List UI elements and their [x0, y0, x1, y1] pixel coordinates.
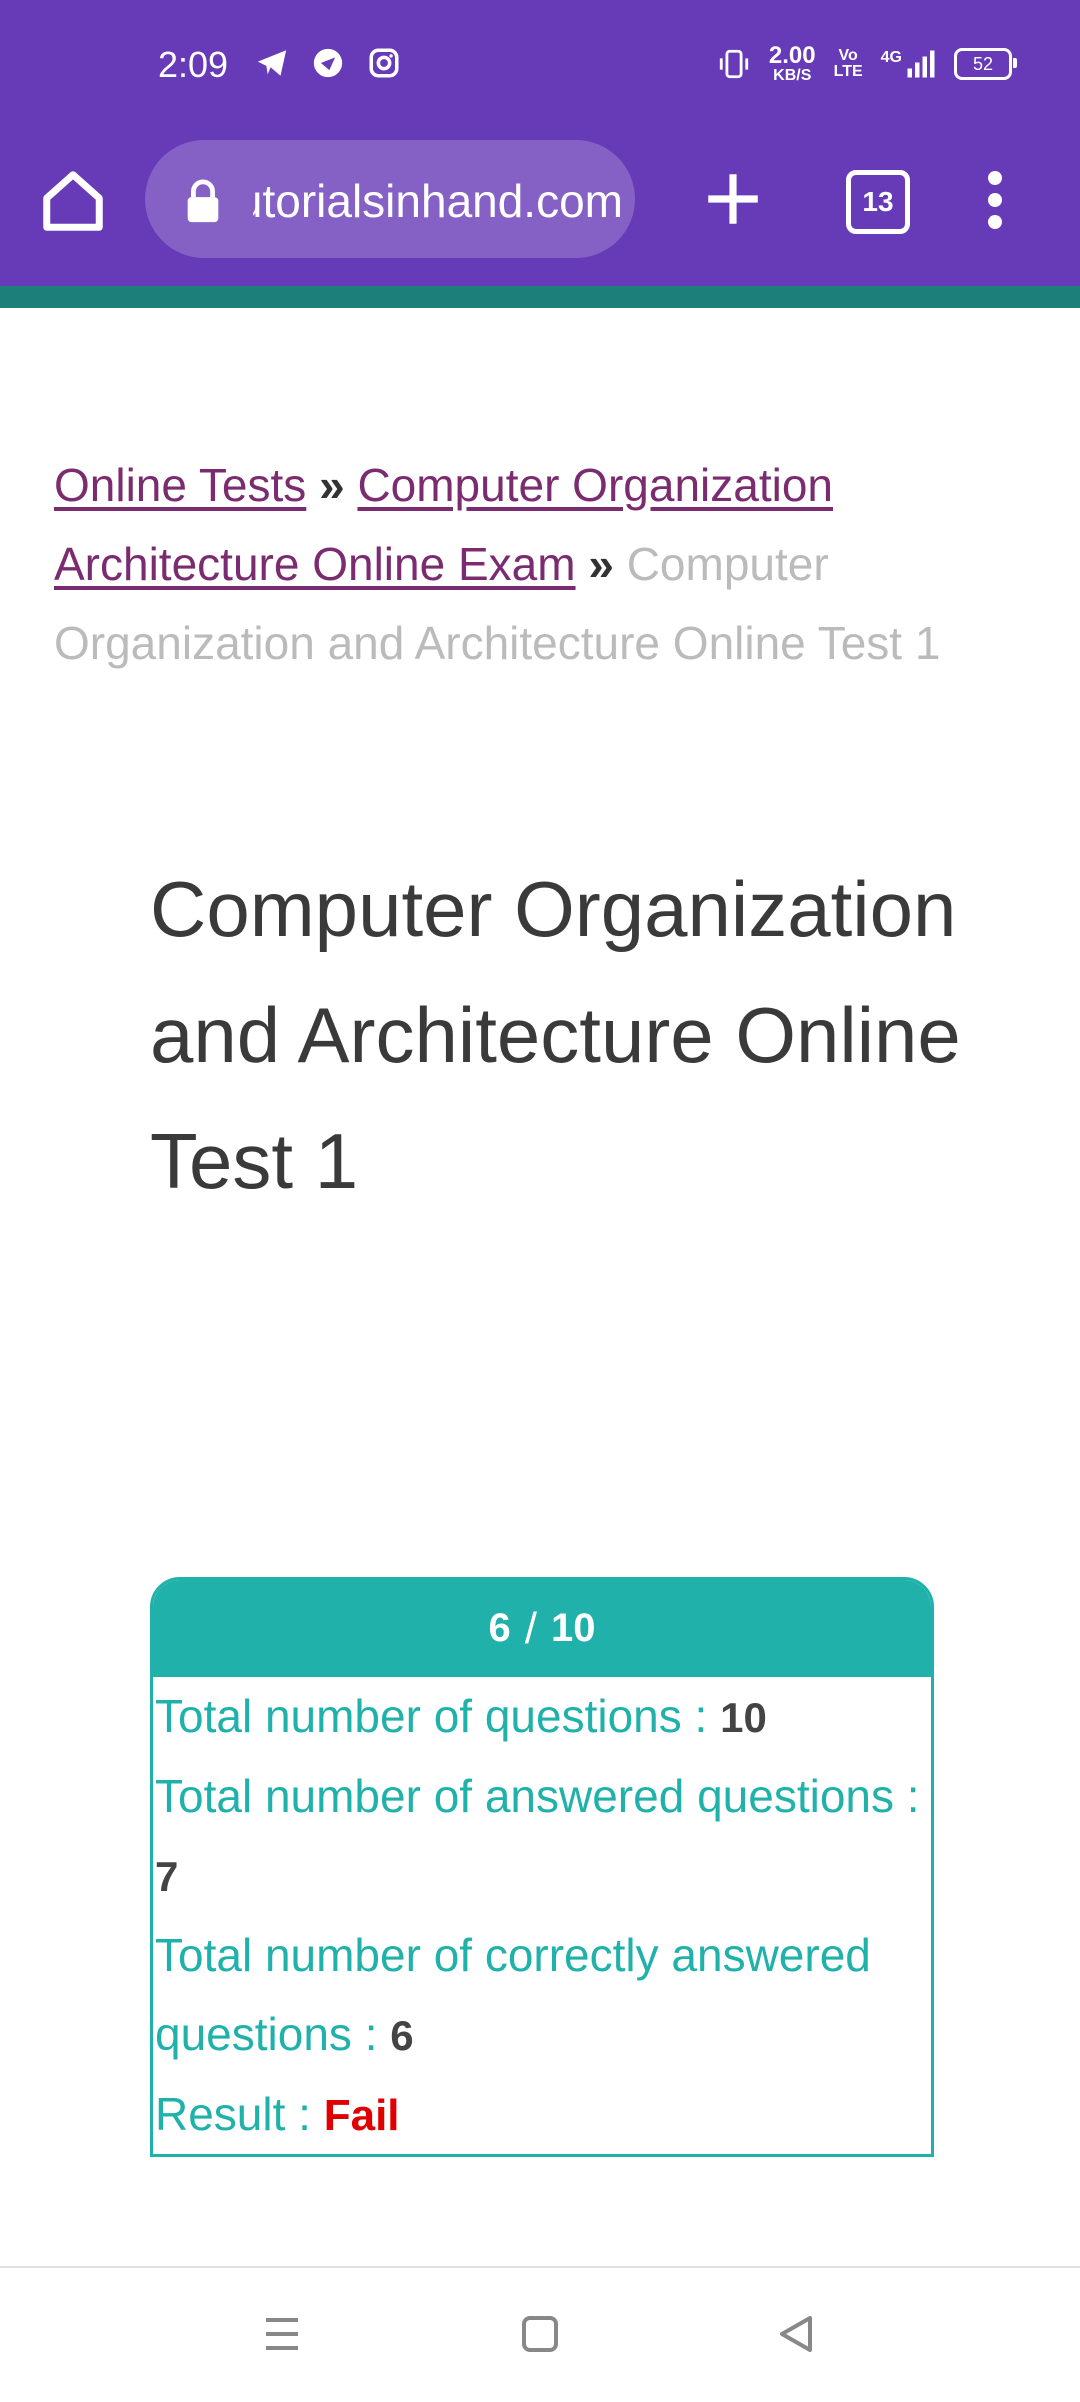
- new-tab-icon[interactable]: [700, 166, 766, 232]
- status-bar: 2:09 2.00 KB/S Vo LTE 4G 52: [0, 0, 1080, 136]
- toolbar-accent-line: [0, 286, 1080, 308]
- telegram-icon: [257, 50, 287, 76]
- speed-value: 2.00: [768, 42, 816, 69]
- result-details: Total number of questions : 10 Total num…: [153, 1677, 931, 2154]
- total-questions-row: Total number of questions : 10: [155, 1677, 931, 1757]
- battery-indicator: 52: [954, 48, 1017, 80]
- breadcrumb-separator: »: [588, 538, 614, 590]
- answered-questions-row: Total number of answered questions : 7: [155, 1757, 931, 1916]
- vibrate-icon: [719, 49, 749, 79]
- score-value: 6: [488, 1606, 511, 1650]
- breadcrumb: Online Tests » Computer Organization Arc…: [54, 446, 1034, 683]
- address-bar[interactable]: tutorialsinhand.com: [145, 140, 635, 258]
- browser-header: 2:09 2.00 KB/S Vo LTE 4G 52 tutorialsinh…: [0, 0, 1080, 286]
- signal-icon: 4G: [881, 49, 936, 79]
- breadcrumb-separator: »: [319, 459, 345, 511]
- system-icons: 2.00 KB/S Vo LTE 4G 52: [717, 44, 1017, 84]
- answered-questions-value: 7: [155, 1853, 179, 1900]
- result-status-badge: Fail: [323, 2091, 400, 2140]
- lock-icon: [187, 179, 219, 223]
- notification-icons: [255, 46, 401, 80]
- browser-toolbar: tutorialsinhand.com 13: [0, 136, 1080, 286]
- result-row: Result : Fail: [155, 2075, 931, 2154]
- speed-unit: KB/S: [773, 67, 812, 84]
- score-total: 10: [550, 1606, 596, 1650]
- result-card: 6 / 10 Total number of questions : 10 To…: [150, 1577, 934, 2157]
- more-menu-icon[interactable]: [975, 170, 1015, 230]
- tab-switcher-button[interactable]: 13: [846, 170, 910, 234]
- breadcrumb-link-online-tests[interactable]: Online Tests: [54, 459, 306, 511]
- instagram-icon: [369, 48, 399, 78]
- score-slash: /: [524, 1603, 537, 1653]
- browser-notification-icon: [313, 48, 343, 78]
- back-icon[interactable]: [776, 2312, 816, 2356]
- correct-answers-value: 6: [390, 2012, 414, 2059]
- home-square-icon[interactable]: [520, 2312, 560, 2356]
- result-label: Result :: [155, 2088, 311, 2140]
- url-text[interactable]: tutorialsinhand.com: [253, 174, 623, 228]
- volte-indicator: Vo LTE: [834, 48, 863, 80]
- answered-questions-label: Total number of answered questions :: [155, 1770, 920, 1822]
- status-time: 2:09: [158, 44, 229, 85]
- network-speed: 2.00 KB/S: [769, 44, 816, 84]
- signal-bars-icon: [907, 50, 935, 78]
- correct-answers-label: Total number of correctly answered quest…: [155, 1929, 871, 2060]
- home-icon[interactable]: [38, 166, 108, 236]
- correct-answers-row: Total number of correctly answered quest…: [155, 1916, 931, 2075]
- volte-bottom: LTE: [833, 63, 863, 80]
- network-type: 4G: [880, 49, 902, 66]
- page-title: Computer Organization and Architecture O…: [150, 865, 961, 1205]
- menu-icon[interactable]: [262, 2312, 302, 2356]
- volte-top: Vo: [838, 47, 858, 64]
- score-header: 6 / 10: [153, 1580, 931, 1677]
- total-questions-label: Total number of questions :: [155, 1690, 708, 1742]
- system-navigation-bar: [0, 2266, 1080, 2402]
- total-questions-value: 10: [720, 1694, 767, 1741]
